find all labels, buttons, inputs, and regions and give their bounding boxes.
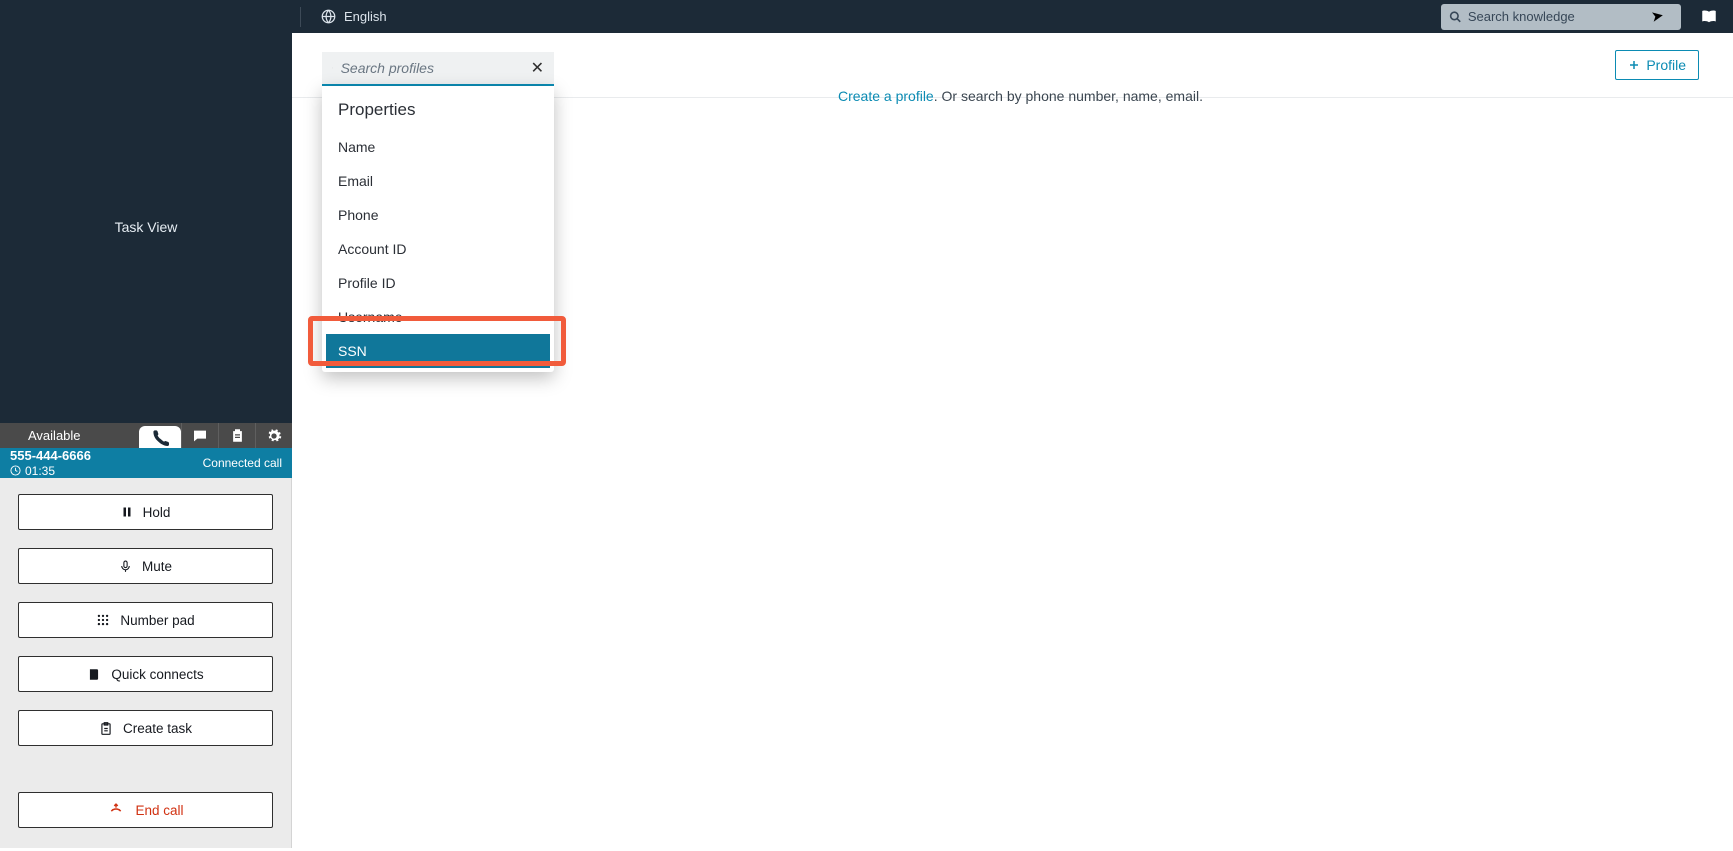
search-icon [1449,10,1462,24]
search-icon [332,60,333,76]
create-profile-link[interactable]: Create a profile [838,88,934,104]
clock-icon [10,465,21,476]
call-banner: 555-444-6666 01:35 Connected call [0,448,292,478]
properties-dropdown: Properties Name Email Phone Account ID P… [322,86,554,372]
plus-icon [1628,59,1640,71]
task-tab[interactable] [218,423,255,448]
dialpad-icon [96,613,110,627]
numpad-button[interactable]: Number pad [18,602,273,638]
dropdown-item-account-id[interactable]: Account ID [322,232,554,266]
call-status: Connected call [203,456,282,470]
call-number: 555-444-6666 [10,448,91,464]
main-content: Profile Create a profile. Or search by p… [292,33,1733,848]
globe-icon [321,9,336,24]
call-timer-value: 01:35 [25,464,55,478]
hold-label: Hold [143,505,171,520]
mute-label: Mute [142,559,172,574]
task-label: Create task [123,721,192,736]
dropdown-heading: Properties [322,96,554,130]
create-task-button[interactable]: Create task [18,710,273,746]
sidebar: Task View Available 555-444-6666 01:35 [0,0,292,848]
helper-text: Create a profile. Or search by phone num… [838,88,1203,104]
pause-icon [121,505,133,519]
add-profile-button[interactable]: Profile [1615,50,1699,80]
profile-btn-label: Profile [1646,57,1686,73]
clear-search-icon[interactable]: ✕ [531,58,544,78]
agent-status[interactable]: Available [0,423,139,448]
gear-icon [266,428,282,444]
knowledge-search-input[interactable] [1468,9,1673,24]
topbar-divider [300,7,301,27]
dropdown-item-name[interactable]: Name [322,130,554,164]
hold-button[interactable]: Hold [18,494,273,530]
dropdown-item-ssn[interactable]: SSN [326,334,550,368]
end-label: End call [135,803,183,818]
settings-tab[interactable] [255,423,292,448]
language-label: English [344,9,387,24]
language-selector[interactable]: English [321,9,387,24]
call-timer: 01:35 [10,464,91,478]
end-call-button[interactable]: End call [18,792,273,828]
call-controls: Hold Mute Number pad Quick connects Crea… [0,478,292,848]
knowledge-search[interactable] [1441,4,1681,30]
phone-tab[interactable] [139,426,181,448]
search-profiles-input[interactable] [341,60,523,76]
status-tabs [139,423,292,448]
task-view-label: Task View [0,0,292,423]
phonebook-icon [87,667,101,682]
status-row: Available [0,423,292,448]
search-profiles-container: ✕ [322,52,554,86]
dropdown-item-profile-id[interactable]: Profile ID [322,266,554,300]
knowledge-icon[interactable] [1699,8,1719,26]
task-clipboard-icon [99,721,113,736]
hangup-icon [107,803,125,817]
mute-button[interactable]: Mute [18,548,273,584]
numpad-label: Number pad [120,613,194,628]
dropdown-item-username[interactable]: Username [322,300,554,334]
quick-label: Quick connects [111,667,203,682]
mic-icon [119,559,132,574]
dropdown-item-email[interactable]: Email [322,164,554,198]
chat-tab[interactable] [181,423,218,448]
clipboard-icon [230,428,245,443]
search-profiles-field[interactable]: ✕ [322,52,554,86]
chat-icon [192,428,208,444]
helper-suffix: . Or search by phone number, name, email… [934,88,1203,104]
phone-icon [152,429,169,446]
quick-connects-button[interactable]: Quick connects [18,656,273,692]
dropdown-item-phone[interactable]: Phone [322,198,554,232]
